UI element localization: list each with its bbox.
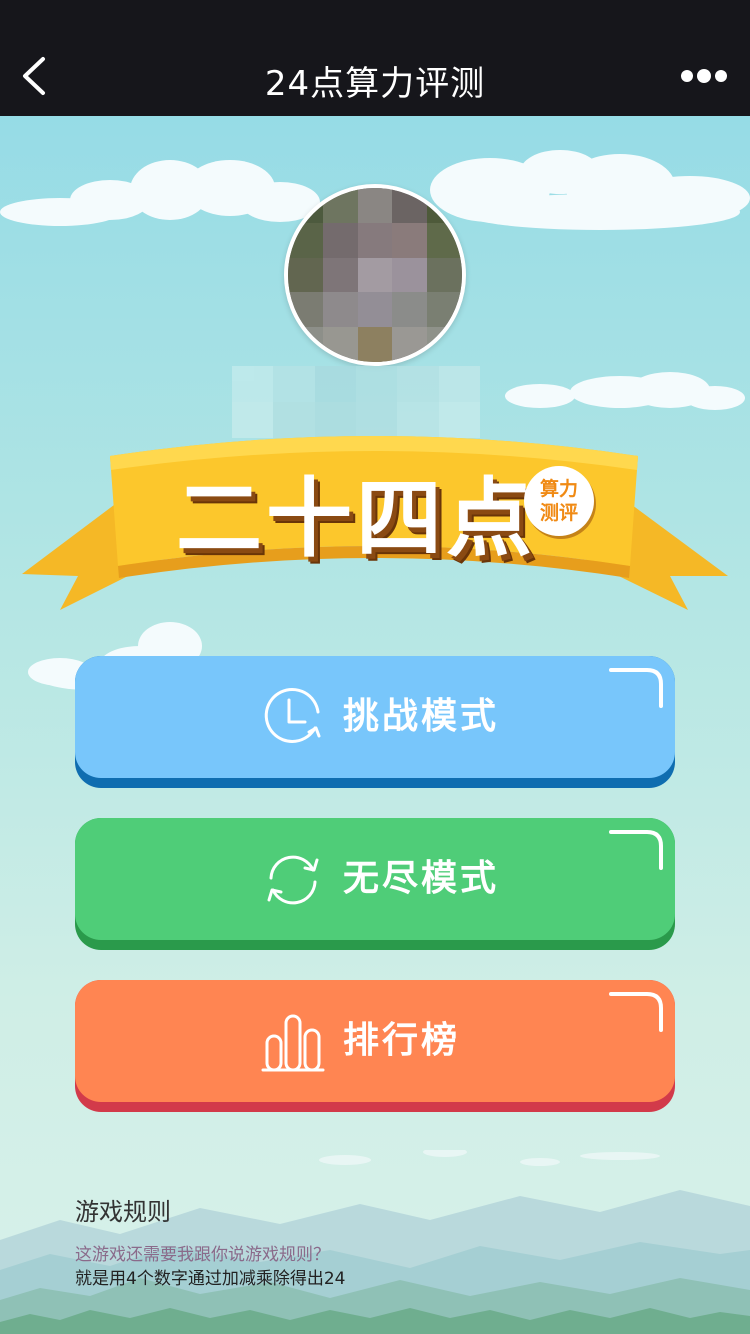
page-title: 24点算力评测 (264, 64, 486, 104)
rules-text-line-2: 就是用4个数字通过加减乘除得出24 (75, 1269, 346, 1289)
leaderboard-button[interactable]: 排行榜 (75, 980, 675, 1112)
assessment-badge: 算力 测评 (524, 466, 594, 536)
corner-highlight-icon (609, 830, 663, 870)
challenge-mode-label: 挑战模式 (343, 696, 500, 737)
endless-mode-label: 无尽模式 (343, 858, 500, 899)
refresh-icon (267, 855, 319, 905)
cloud-decoration (505, 372, 745, 410)
leaderboard-label: 排行榜 (343, 1020, 461, 1061)
badge-line-2: 测评 (539, 502, 578, 524)
badge-line-1: 算力 (539, 478, 578, 500)
avatar[interactable] (284, 184, 466, 366)
game-title: 二十四点 (176, 469, 536, 569)
endless-mode-button[interactable]: 无尽模式 (75, 818, 675, 950)
bar-chart-icon (261, 1014, 325, 1072)
rules-text-line-1: 这游戏还需要我跟你说游戏规则？ (75, 1245, 330, 1265)
more-dots-icon (681, 69, 727, 83)
corner-highlight-icon (609, 668, 663, 708)
corner-highlight-icon (609, 992, 663, 1032)
challenge-mode-button[interactable]: 挑战模式 (75, 656, 675, 788)
rules-title: 游戏规则 (75, 1198, 171, 1226)
more-button[interactable] (674, 58, 734, 94)
clock-refresh-icon (264, 687, 321, 743)
nav-bar: 24点算力评测 (0, 0, 750, 116)
